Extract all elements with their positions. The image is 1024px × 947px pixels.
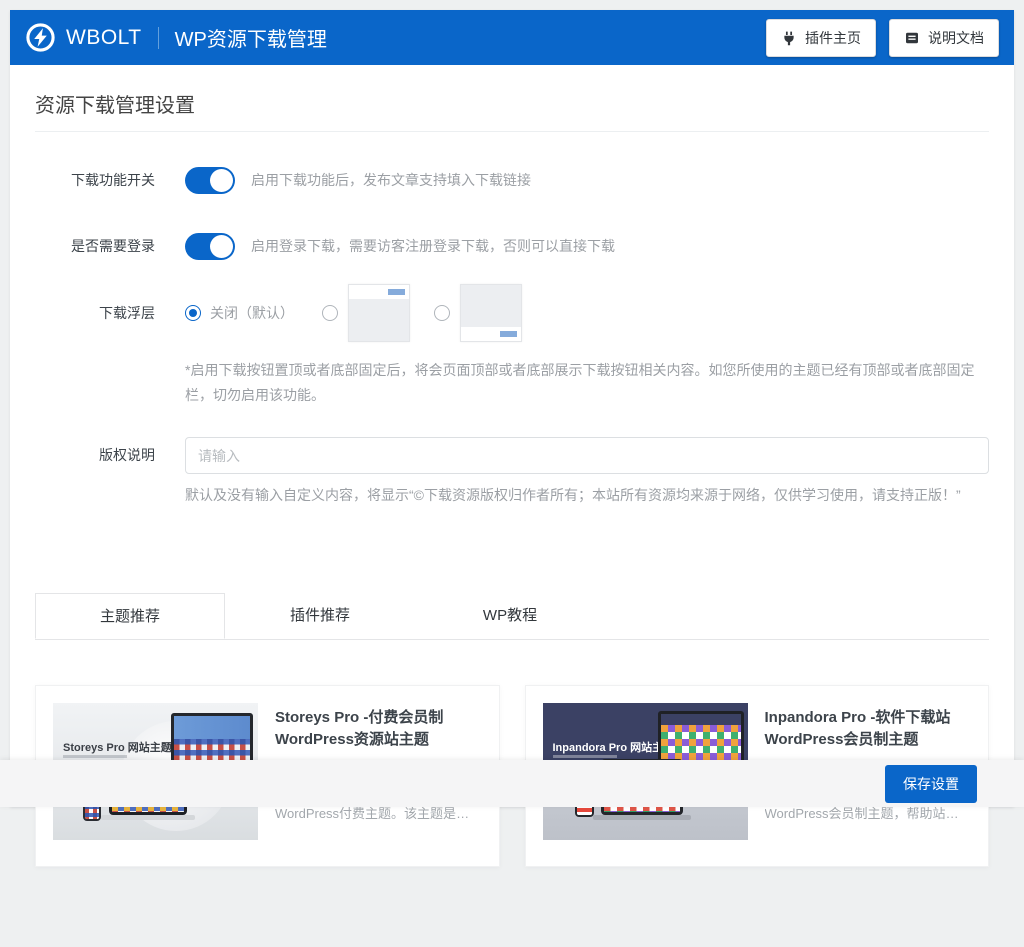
copyright-input[interactable]: [185, 437, 989, 474]
row-login-required: 是否需要登录 启用登录下载，需要访客注册登录下载，否则可以直接下载: [35, 232, 989, 260]
login-required-toggle[interactable]: [185, 233, 235, 260]
docs-label: 说明文档: [928, 28, 984, 48]
banner-subtitle-bar: [63, 755, 127, 758]
overlay-bottom-preview[interactable]: [460, 284, 522, 342]
tab-wp-tutorial[interactable]: WP教程: [415, 593, 605, 639]
overlay-top-preview[interactable]: [348, 284, 410, 342]
theme-card-list: Storeys Pro 网站主题 5 W Storeys Pro -付费会员制W…: [35, 685, 989, 947]
row-download-overlay: 下载浮层 关闭（默认）: [35, 284, 989, 407]
overlay-note: *启用下载按钮置顶或者底部固定后，将会页面顶部或者底部展示下载按钮相关内容。如您…: [185, 358, 989, 407]
download-overlay-label: 下载浮层: [35, 284, 185, 342]
overlay-off-label: 关闭（默认）: [210, 303, 294, 323]
overlay-option-bottom[interactable]: [434, 284, 522, 342]
overlay-radio-group: 关闭（默认）: [185, 284, 989, 342]
login-required-label: 是否需要登录: [35, 232, 185, 260]
download-switch-label: 下载功能开关: [35, 166, 185, 194]
plugin-home-label: 插件主页: [805, 28, 861, 48]
radio-unchecked-icon[interactable]: [434, 305, 450, 321]
banner-title: Storeys Pro 网站主题: [63, 739, 172, 755]
plugin-title: WP资源下载管理: [175, 23, 327, 52]
download-switch-toggle[interactable]: [185, 167, 235, 194]
theme-card-title[interactable]: Storeys Pro -付费会员制WordPress资源站主题: [275, 707, 482, 751]
overlay-option-top[interactable]: [322, 284, 410, 342]
row-download-switch: 下载功能开关 启用下载功能后，发布文章支持填入下载链接: [35, 166, 989, 194]
banner-subtitle-bar: [553, 755, 617, 758]
tab-plugin-recommend[interactable]: 插件推荐: [225, 593, 415, 639]
save-settings-bar: 保存设置: [0, 760, 1024, 807]
page-title: 资源下载管理设置: [35, 65, 989, 132]
download-switch-desc: 启用下载功能后，发布文章支持填入下载链接: [251, 166, 531, 194]
radio-checked-icon[interactable]: [185, 305, 201, 321]
settings-content: 资源下载管理设置 下载功能开关 启用下载功能后，发布文章支持填入下载链接 是否需…: [10, 65, 1014, 947]
overlay-option-off[interactable]: 关闭（默认）: [185, 303, 294, 323]
plugin-header-bar: WBOLT WP资源下载管理 插件主页: [10, 10, 1014, 65]
banner-title: Inpandora Pro 网站主题: [553, 739, 675, 755]
docs-button[interactable]: 说明文档: [889, 19, 999, 57]
save-settings-button[interactable]: 保存设置: [885, 765, 977, 803]
plugin-home-button[interactable]: 插件主页: [766, 19, 876, 57]
preview-button-chip: [388, 289, 405, 295]
admin-content-panel: WBOLT WP资源下载管理 插件主页: [10, 10, 1014, 807]
row-copyright: 版权说明 默认及没有输入自定义内容，将显示“©下载资源版权归作者所有；本站所有资…: [35, 437, 989, 505]
header-actions: 插件主页 说明文档: [766, 19, 999, 57]
preview-button-chip: [500, 331, 517, 337]
wbolt-bolt-logo-icon: [25, 22, 56, 53]
brand-name: WBOLT: [66, 26, 142, 50]
document-icon: [904, 30, 920, 46]
login-required-desc: 启用登录下载，需要访客注册登录下载，否则可以直接下载: [251, 232, 615, 260]
toggle-knob: [210, 169, 233, 192]
radio-unchecked-icon[interactable]: [322, 305, 338, 321]
brand-logo-group: WBOLT: [25, 22, 142, 53]
tab-theme-recommend[interactable]: 主题推荐: [35, 593, 225, 639]
plug-icon: [781, 30, 797, 46]
theme-card-title[interactable]: Inpandora Pro -软件下载站WordPress会员制主题: [765, 707, 972, 751]
copyright-label: 版权说明: [35, 437, 185, 474]
laptop-base: [593, 815, 691, 820]
laptop-base: [101, 815, 195, 820]
header-divider: [158, 27, 159, 49]
copyright-help: 默认及没有输入自定义内容，将显示“©下载资源版权归作者所有；本站所有资源均来源于…: [185, 485, 989, 505]
recommend-tabs: 主题推荐 插件推荐 WP教程: [35, 593, 989, 640]
toggle-knob: [210, 235, 233, 258]
